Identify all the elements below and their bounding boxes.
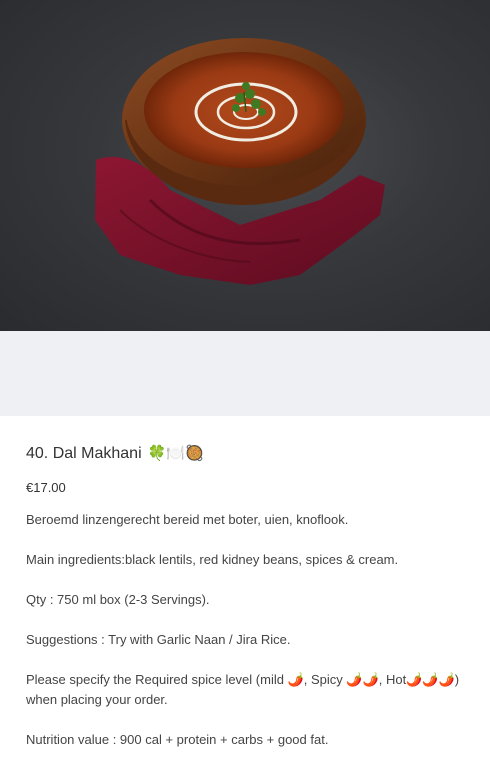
title-emoji-icons: 🍀🍽️🥘 <box>147 445 204 462</box>
product-title: 40. Dal Makhani <box>26 445 142 462</box>
product-price: €17.00 <box>26 480 66 495</box>
dal-makhani-photo <box>95 38 385 285</box>
description-line: Beroemd linzengerecht bereid met boter, … <box>26 512 349 527</box>
curry <box>144 52 344 168</box>
product-image[interactable] <box>0 0 490 331</box>
ingredients-line: Main ingredients:black lentils, red kidn… <box>26 552 399 567</box>
title-row: 40. Dal Makhani 🍀🍽️🥘 <box>26 444 204 464</box>
spice-level-line: Please specify the Required spice level … <box>26 672 460 707</box>
product-details: 40. Dal Makhani 🍀🍽️🥘 €17.00 Beroemd linz… <box>0 416 490 760</box>
quantity-line: Qty : 750 ml box (2-3 Servings). <box>26 592 210 607</box>
suggestions-line: Suggestions : Try with Garlic Naan / Jir… <box>26 632 291 647</box>
image-spacer <box>0 331 490 416</box>
nutrition-line: Nutrition value : 900 cal + protein + ca… <box>26 732 329 747</box>
